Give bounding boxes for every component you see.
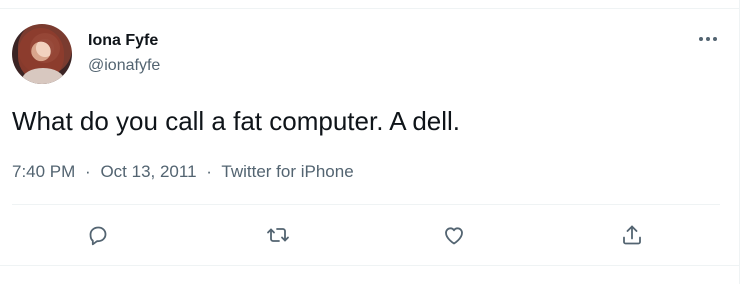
share-icon [623,225,641,245]
author-handle[interactable]: @ionafyfe [88,57,160,75]
reply-button[interactable] [85,222,111,248]
reply-icon [89,226,107,246]
retweet-icon [267,228,289,242]
tweet-card: Iona Fyfe @ionafyfe What do you call a f… [0,0,740,284]
retweet-button[interactable] [265,222,291,248]
tweet-time[interactable]: 7:40 PM [12,162,75,181]
bottom-divider [0,265,740,266]
like-button[interactable] [441,222,467,248]
heart-icon [445,227,463,245]
actions-divider [12,204,720,205]
more-horizontal-icon [713,37,717,41]
more-horizontal-icon [706,37,710,41]
more-horizontal-icon [699,37,703,41]
more-options-button[interactable] [694,28,722,50]
tweet-date[interactable]: Oct 13, 2011 [100,162,196,181]
avatar[interactable] [12,24,72,84]
tweet-text: What do you call a fat computer. A dell. [12,106,461,136]
top-divider [0,8,740,9]
author-name[interactable]: Iona Fyfe [88,32,158,50]
share-button[interactable] [619,222,645,248]
tweet-meta: 7:40 PM · Oct 13, 2011 · Twitter for iPh… [12,162,354,182]
tweet-source[interactable]: Twitter for iPhone [221,162,353,181]
tweet-actions [12,210,720,260]
meta-separator: · [206,162,212,181]
meta-separator: · [85,162,91,181]
